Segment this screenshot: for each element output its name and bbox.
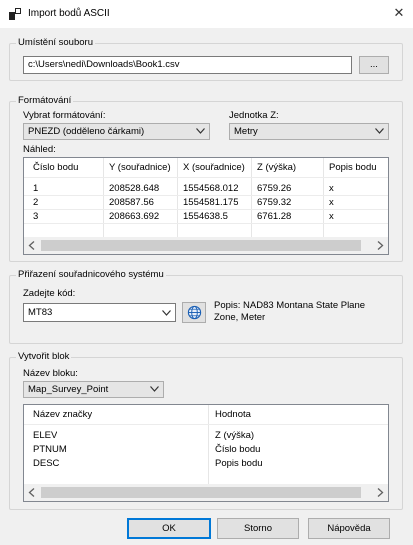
- app-icon: [9, 8, 21, 20]
- format-label: Vybrat formátování:: [23, 110, 106, 121]
- z-unit-label: Jednotka Z:: [229, 110, 279, 121]
- table-cell: Číslo bodu: [215, 444, 261, 455]
- table-row[interactable]: 1 208528.648 1554568.012 6759.26 x: [24, 182, 388, 195]
- block-name-select[interactable]: Map_Survey_Point: [23, 381, 164, 398]
- formatting-title: Formátování: [16, 95, 74, 107]
- column-header[interactable]: X (souřadnice): [183, 158, 245, 177]
- close-button[interactable]: ✕: [385, 0, 413, 28]
- table-cell: 1554638.5: [183, 211, 228, 222]
- window-title: Import bodů ASCII: [28, 8, 110, 19]
- column-header[interactable]: Y (souřadnice): [109, 158, 171, 177]
- scroll-right-icon[interactable]: [376, 488, 384, 497]
- scroll-right-icon[interactable]: [376, 241, 384, 250]
- code-combobox[interactable]: MT83: [23, 303, 176, 322]
- table-cell: 208663.692: [109, 211, 160, 222]
- z-unit-select[interactable]: Metry: [229, 123, 389, 140]
- table-cell: 208587.56: [109, 197, 154, 208]
- preview-header-row: Číslo bodu Y (souřadnice) X (souřadnice)…: [24, 158, 388, 177]
- table-cell: 6761.28: [257, 211, 292, 222]
- block-name-select-value: Map_Survey_Point: [28, 384, 109, 395]
- chevron-down-icon: [196, 128, 205, 134]
- scrollbar-thumb[interactable]: [41, 240, 361, 251]
- table-cell: x: [329, 183, 334, 194]
- preview-table[interactable]: Číslo bodu Y (souřadnice) X (souřadnice)…: [23, 157, 389, 255]
- format-select[interactable]: PNEZD (odděleno čárkami): [23, 123, 210, 140]
- help-button[interactable]: Nápověda: [308, 518, 390, 539]
- table-row[interactable]: 2 208587.56 1554581.175 6759.32 x: [24, 196, 388, 209]
- create-block-title: Vytvořit blok: [16, 351, 72, 363]
- globe-lookup-button[interactable]: [182, 302, 206, 323]
- code-combobox-value: MT83: [28, 307, 53, 318]
- table-cell: PTNUM: [33, 444, 67, 455]
- table-cell: ELEV: [33, 430, 58, 441]
- column-header[interactable]: Číslo bodu: [33, 158, 78, 177]
- browse-button[interactable]: ...: [359, 56, 389, 74]
- table-row[interactable]: DESC Popis bodu: [24, 457, 388, 470]
- scroll-left-icon[interactable]: [28, 488, 36, 497]
- table-cell: Z (výška): [215, 430, 255, 441]
- attribute-horizontal-scrollbar[interactable]: [24, 484, 388, 501]
- table-row[interactable]: PTNUM Číslo bodu: [24, 443, 388, 456]
- title-bar: Import bodů ASCII ✕: [0, 0, 413, 29]
- file-location-title: Umístění souboru: [16, 37, 95, 49]
- table-cell: 2: [33, 197, 39, 208]
- code-label: Zadejte kód:: [23, 288, 76, 299]
- table-cell: x: [329, 197, 334, 208]
- table-cell: 6759.26: [257, 183, 292, 194]
- column-header[interactable]: Popis bodu: [329, 158, 377, 177]
- table-row[interactable]: 3 208663.692 1554638.5 6761.28 x: [24, 210, 388, 223]
- chevron-down-icon: [375, 128, 384, 134]
- system-description-line1: Popis: NAD83 Montana State Plane: [214, 300, 366, 311]
- coordinate-system-title: Přiřazení souřadnicového systému: [16, 269, 166, 281]
- table-row[interactable]: ELEV Z (výška): [24, 429, 388, 442]
- column-header[interactable]: Hodnota: [215, 405, 251, 424]
- scroll-left-icon[interactable]: [28, 241, 36, 250]
- table-cell: 1554568.012: [183, 183, 239, 194]
- preview-label: Náhled:: [23, 144, 56, 155]
- chevron-down-icon: [162, 310, 171, 316]
- table-cell: DESC: [33, 458, 60, 469]
- table-cell: x: [329, 211, 334, 222]
- system-description-line2: Zone, Meter: [214, 312, 266, 323]
- chevron-down-icon: [150, 386, 159, 392]
- column-header[interactable]: Z (výška): [257, 158, 296, 177]
- attribute-header-row: Název značky Hodnota: [24, 405, 388, 424]
- table-cell: 208528.648: [109, 183, 160, 194]
- table-cell: 6759.32: [257, 197, 292, 208]
- attribute-table[interactable]: Název značky Hodnota ELEV Z (výška) PTNU…: [23, 404, 389, 502]
- table-cell: 3: [33, 211, 39, 222]
- file-path-input[interactable]: c:\Users\nedi\Downloads\Book1.csv: [23, 56, 352, 74]
- table-cell: 1554581.175: [183, 197, 239, 208]
- column-header[interactable]: Název značky: [33, 405, 92, 424]
- table-cell: 1: [33, 183, 39, 194]
- table-cell: Popis bodu: [215, 458, 263, 469]
- globe-icon: [187, 305, 202, 320]
- cancel-button[interactable]: Storno: [217, 518, 299, 539]
- scrollbar-thumb[interactable]: [41, 487, 361, 498]
- format-select-value: PNEZD (odděleno čárkami): [28, 126, 145, 137]
- preview-horizontal-scrollbar[interactable]: [24, 237, 388, 254]
- block-name-label: Název bloku:: [23, 368, 78, 379]
- ok-button[interactable]: OK: [127, 518, 211, 539]
- z-unit-select-value: Metry: [234, 126, 258, 137]
